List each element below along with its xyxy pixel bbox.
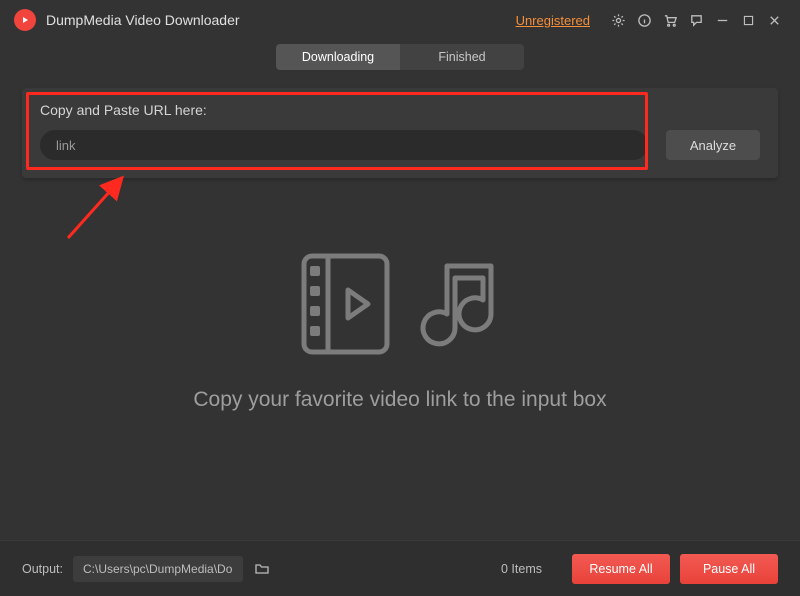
music-note-icon (411, 250, 503, 358)
settings-icon[interactable] (606, 8, 630, 32)
empty-message: Copy your favorite video link to the inp… (193, 388, 606, 412)
items-count: 0 Items (501, 562, 542, 576)
empty-state: Copy your favorite video link to the inp… (0, 250, 800, 412)
output-label: Output: (22, 562, 63, 576)
cart-icon[interactable] (658, 8, 682, 32)
tab-finished[interactable]: Finished (400, 44, 524, 70)
minimize-icon[interactable] (710, 8, 734, 32)
resume-all-button[interactable]: Resume All (572, 554, 670, 584)
open-folder-icon[interactable] (249, 556, 275, 582)
maximize-icon[interactable] (736, 8, 760, 32)
app-logo (14, 9, 36, 31)
info-icon[interactable] (632, 8, 656, 32)
title-bar: DumpMedia Video Downloader Unregistered (0, 0, 800, 40)
analyze-button[interactable]: Analyze (666, 130, 760, 160)
feedback-icon[interactable] (684, 8, 708, 32)
url-label: Copy and Paste URL here: (40, 102, 760, 118)
url-panel: Copy and Paste URL here: Analyze (22, 88, 778, 178)
output-path[interactable]: C:\Users\pc\DumpMedia\Do (73, 556, 243, 582)
tab-downloading[interactable]: Downloading (276, 44, 400, 70)
footer-bar: Output: C:\Users\pc\DumpMedia\Do 0 Items… (0, 540, 800, 596)
unregistered-link[interactable]: Unregistered (516, 13, 590, 28)
pause-all-button[interactable]: Pause All (680, 554, 778, 584)
app-title: DumpMedia Video Downloader (46, 12, 240, 28)
url-input[interactable] (40, 130, 648, 160)
close-icon[interactable] (762, 8, 786, 32)
tab-bar: Downloading Finished (0, 40, 800, 80)
annotation-arrow (60, 166, 140, 246)
film-icon (298, 250, 393, 358)
